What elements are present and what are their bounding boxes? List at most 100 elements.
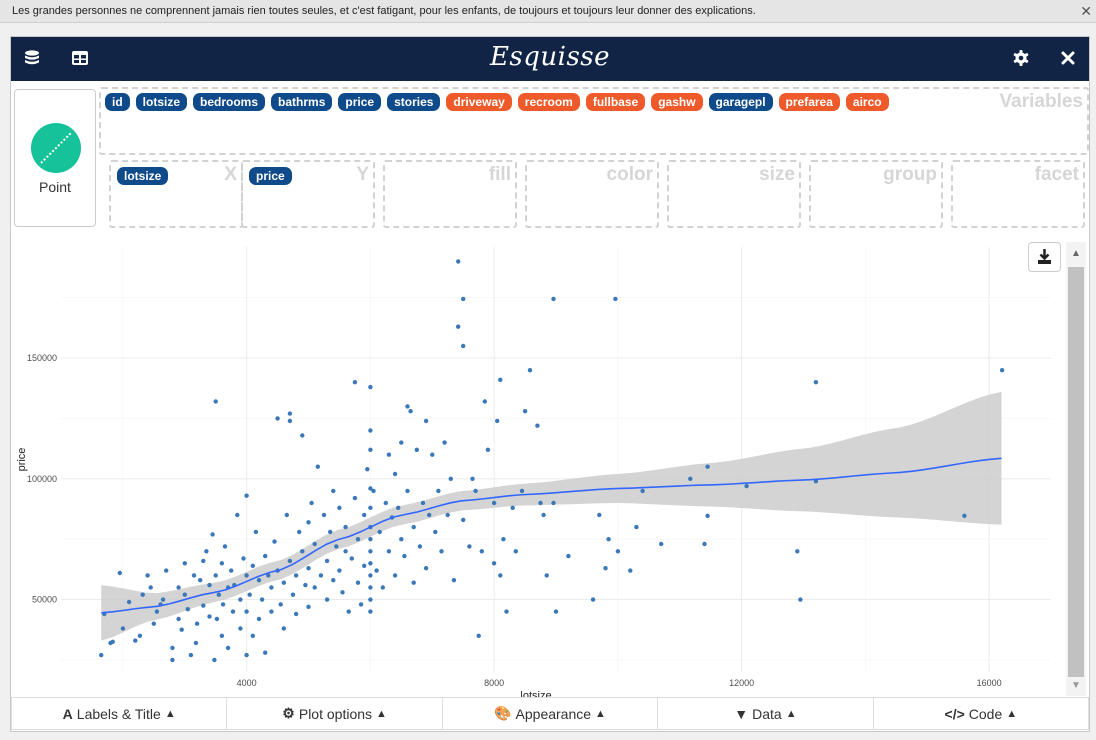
data-point [275,416,280,421]
data-point [315,464,320,469]
data-point [219,633,225,638]
data-point [365,467,370,472]
data-button[interactable]: ▼ Data ▲ [658,698,874,730]
dropzone-size[interactable]: size [667,160,801,228]
data-point [491,500,497,506]
data-point [241,556,246,561]
data-point [133,638,138,643]
data-point [303,582,308,588]
variable-badge-id[interactable]: id [105,93,130,111]
scroll-thumb[interactable] [1068,267,1084,677]
assigned-variable-lotsize[interactable]: lotsize [117,167,169,185]
toolbar-button-label: Code [968,705,1003,722]
data-point [368,585,373,590]
plot-area: 4000 8000 12000 16000 50000 100000 150000 lotsi… [11,237,1089,702]
data-point [640,488,645,494]
data-point [290,592,296,597]
data-point [377,529,382,535]
data-point [194,621,200,626]
data-point [498,377,503,382]
dropzone-group[interactable]: group [809,160,943,228]
dropzone-x[interactable]: Xlotsize [109,160,243,228]
data-point [278,602,283,607]
variable-badge-prefarea[interactable]: prefarea [778,93,840,111]
dropzone-y[interactable]: Yprice [241,160,375,228]
data-point [229,568,234,573]
data-point [813,380,819,385]
variable-badge-garagepl[interactable]: garagepl [708,93,773,111]
message-text: Les grandes personnes ne comprennent jam… [12,5,756,17]
data-point [485,447,491,452]
variable-badge-bathrms[interactable]: bathrms [271,93,333,111]
variable-badge-bedrooms[interactable]: bedrooms [193,93,266,111]
scroll-up-arrow[interactable]: ▲ [1066,244,1086,264]
code-button[interactable]: </> Code ▲ [873,698,1090,730]
font-icon: A [62,705,73,722]
variable-badge-price[interactable]: price [338,93,382,111]
scroll-down-arrow[interactable]: ▼ [1066,676,1086,696]
data-point [467,544,472,549]
data-point [405,488,410,494]
plot-options-button[interactable]: ⚙ Plot options ▲ [227,698,443,730]
data-point [606,537,611,542]
data-point [374,568,379,573]
dropzone-label-facet: facet [1034,164,1079,185]
x-tick-label: 4000 [237,678,257,688]
dropzone-color[interactable]: color [525,160,659,228]
data-point [456,324,461,329]
data-point [522,409,528,414]
y-tick-label: 150000 [27,353,57,363]
data-point [597,512,602,518]
gear-icon[interactable] [1012,49,1032,69]
geom-selector-button[interactable]: Point [14,89,96,227]
assigned-variable-price[interactable]: price [249,167,292,185]
variable-badge-driveway[interactable]: driveway [446,93,512,111]
x-tick-label: 12000 [729,678,754,688]
variable-badge-fullbase[interactable]: fullbase [585,93,646,111]
data-point [340,590,345,595]
data-point [214,616,220,622]
data-point [170,645,175,651]
dropzone-facet[interactable]: facet [951,160,1085,228]
download-button[interactable] [1028,242,1061,272]
vertical-scrollbar[interactable]: ▲ ▼ [1066,242,1086,696]
data-point [420,500,426,506]
data-point [256,578,262,583]
data-point [188,652,194,658]
data-point [380,585,385,590]
data-point [498,573,503,578]
variables-dropzone[interactable]: id lotsize bedrooms bathrms price stories driv… [99,87,1089,155]
data-point [334,544,339,549]
data-point [164,568,169,573]
data-point [362,563,367,568]
variable-badge-lotsize[interactable]: lotsize [135,93,188,111]
data-point [368,505,373,510]
variable-badge-stories[interactable]: stories [387,93,441,111]
data-point [405,404,410,409]
data-point [399,440,404,445]
data-point [331,488,336,494]
data-point [182,561,187,566]
data-point [312,585,317,590]
data-point [430,452,435,457]
dropzone-label-fill: fill [488,164,511,185]
data-point [368,428,373,433]
data-point [688,476,693,481]
close-icon[interactable] [1059,49,1079,69]
data-point [461,343,466,349]
data-point [510,505,515,510]
palette-icon: 🎨 [494,705,512,721]
toolbar-button-label: Labels & Title [76,705,161,722]
data-point [137,633,143,638]
data-point [293,573,299,578]
filter-icon: ▼ [734,705,749,722]
data-point [201,603,206,608]
appearance-button[interactable]: 🎨 Appearance ▲ [442,698,659,730]
dropzone-fill[interactable]: fill [383,160,517,228]
variable-badge-recroom[interactable]: recroom [517,93,580,111]
variable-badge-airco[interactable]: airco [845,93,889,111]
labels-title-button[interactable]: A Labels & Title ▲ [11,698,228,730]
close-icon[interactable]: ✕ [1080,0,1092,22]
data-point [269,609,274,614]
variable-badge-gashw[interactable]: gashw [651,93,703,111]
